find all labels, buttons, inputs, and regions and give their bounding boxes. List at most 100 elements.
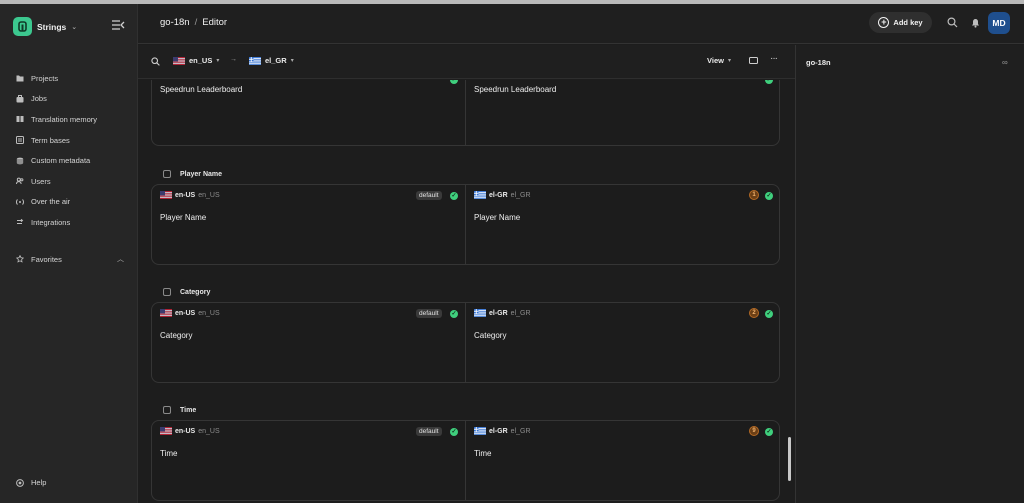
- source-text[interactable]: Player Name: [160, 213, 206, 222]
- greece-flag-icon: [474, 309, 486, 317]
- locale-code: el-GR: [489, 309, 508, 317]
- default-tag: default: [416, 427, 442, 436]
- briefcase-icon: [16, 94, 24, 103]
- scrollbar-thumb[interactable]: [788, 437, 791, 481]
- sidebar-item-help[interactable]: Help: [16, 478, 46, 487]
- favorites-label: Favorites: [31, 254, 62, 264]
- source-text[interactable]: Speedrun Leaderboard: [160, 85, 242, 94]
- check-circle-icon: ✓: [450, 192, 458, 200]
- workspace-switcher[interactable]: Strings ⌄: [13, 17, 77, 36]
- sidebar-item-label: Projects: [31, 73, 59, 83]
- notifications-button[interactable]: [970, 17, 981, 28]
- keyboard-shortcuts-icon[interactable]: [749, 57, 758, 64]
- breadcrumb: go-18n / Editor: [160, 17, 227, 28]
- translation-card: ✓ Speedrun Leaderboard ✓ Speedrun Leader…: [151, 80, 780, 146]
- sidebar-item-label: Users: [31, 176, 51, 186]
- source-text[interactable]: Category: [160, 331, 192, 340]
- target-text[interactable]: Player Name: [474, 213, 520, 222]
- us-flag-icon: [160, 427, 172, 435]
- users-icon: [16, 177, 24, 185]
- key-checkbox[interactable]: [163, 288, 171, 296]
- source-language-select[interactable]: en_US ▾: [173, 56, 219, 65]
- add-key-button[interactable]: + Add key: [869, 12, 932, 33]
- source-cell[interactable]: en-US en_US default ✓ Category: [152, 303, 466, 382]
- source-cell[interactable]: en-US en_US default ✓ Time: [152, 421, 466, 500]
- sidebar: Strings ⌄ Projects Jobs Translation memo…: [0, 4, 138, 503]
- source-cell[interactable]: en-US en_US default ✓ Player Name: [152, 185, 466, 264]
- target-cell[interactable]: el-GR el_GR 9 ✓ Time: [466, 421, 781, 500]
- chevron-down-icon: ▾: [290, 58, 294, 64]
- comments-count-badge[interactable]: 9: [749, 426, 759, 436]
- view-label: View: [707, 56, 724, 65]
- source-locale: en-US en_US: [160, 191, 220, 199]
- avatar[interactable]: MD: [988, 12, 1010, 34]
- plus-circle-icon: +: [878, 17, 890, 28]
- check-circle-icon: ✓: [450, 80, 458, 84]
- target-text[interactable]: Category: [474, 331, 506, 340]
- chevron-up-icon: ︿: [117, 256, 124, 263]
- sidebar-item-over-the-air[interactable]: Over the air: [0, 192, 138, 213]
- comments-count-badge[interactable]: 1: [749, 190, 759, 200]
- target-cell[interactable]: el-GR el_GR 2 ✓ Category: [466, 303, 781, 382]
- sidebar-item-label: Term bases: [31, 135, 70, 145]
- sidebar-item-term-bases[interactable]: Term bases: [0, 130, 138, 151]
- view-menu-button[interactable]: View ▾: [707, 56, 731, 65]
- check-circle-icon: ✓: [450, 428, 458, 436]
- comments-count-badge[interactable]: 2: [749, 308, 759, 318]
- search-button[interactable]: [947, 17, 958, 28]
- sidebar-item-users[interactable]: Users: [0, 171, 138, 192]
- locale-sub: el_GR: [510, 309, 531, 317]
- target-cell[interactable]: ✓ Speedrun Leaderboard: [466, 80, 781, 145]
- collapse-sidebar-button[interactable]: [111, 19, 127, 33]
- favorites-section[interactable]: Favorites ︿: [16, 254, 124, 264]
- key-header: Category: [163, 288, 210, 296]
- sidebar-item-label: Over the air: [31, 197, 71, 207]
- target-text[interactable]: Time: [474, 449, 491, 458]
- breadcrumb-page: Editor: [202, 17, 228, 28]
- swap-languages-icon[interactable]: →: [230, 56, 237, 63]
- key-checkbox[interactable]: [163, 170, 171, 178]
- sidebar-item-translation-memory[interactable]: Translation memory: [0, 109, 138, 130]
- sidebar-item-projects[interactable]: Projects: [0, 68, 138, 89]
- key-header: Player Name: [163, 170, 222, 178]
- target-language-select[interactable]: el_GR ▾: [249, 56, 294, 65]
- key-header: Time: [163, 406, 196, 414]
- sidebar-item-integrations[interactable]: Integrations: [0, 212, 138, 233]
- source-locale: en-US en_US: [160, 427, 220, 435]
- breadcrumb-project[interactable]: go-18n: [160, 17, 190, 28]
- key-checkbox[interactable]: [163, 406, 171, 414]
- target-text[interactable]: Speedrun Leaderboard: [474, 85, 556, 94]
- help-icon: [16, 478, 24, 487]
- check-circle-icon: ✓: [450, 310, 458, 318]
- broadcast-icon: [16, 199, 24, 205]
- check-circle-icon: ✓: [765, 310, 773, 318]
- greece-flag-icon: [474, 427, 486, 435]
- more-options-icon[interactable]: ···: [770, 53, 778, 64]
- source-text[interactable]: Time: [160, 449, 177, 458]
- key-name: Time: [180, 406, 197, 414]
- details-panel: go-18n ∞: [795, 45, 1024, 503]
- workspace-name: Strings: [37, 21, 67, 32]
- editor-content: ✓ Speedrun Leaderboard ✓ Speedrun Leader…: [138, 80, 795, 503]
- us-flag-icon: [160, 191, 172, 199]
- locale-sub: en_US: [198, 191, 220, 199]
- database-icon: [16, 157, 24, 165]
- sidebar-item-custom-metadata[interactable]: Custom metadata: [0, 150, 138, 171]
- editor-toolbar: en_US ▾ → el_GR ▾ View ▾ ···: [138, 45, 795, 79]
- key-name: Category: [180, 288, 211, 296]
- locale-sub: en_US: [198, 309, 220, 317]
- source-cell[interactable]: ✓ Speedrun Leaderboard: [152, 80, 466, 145]
- source-language-label: en_US: [189, 56, 213, 65]
- check-circle-icon: ✓: [765, 192, 773, 200]
- target-language-label: el_GR: [265, 56, 287, 65]
- chevron-down-icon: ▾: [216, 58, 220, 64]
- top-header: go-18n / Editor + Add key MD: [138, 4, 1024, 44]
- target-cell[interactable]: el-GR el_GR 1 ✓ Player Name: [466, 185, 781, 264]
- sidebar-item-jobs[interactable]: Jobs: [0, 89, 138, 110]
- default-tag: default: [416, 309, 442, 318]
- link-icon[interactable]: ∞: [1002, 58, 1008, 67]
- list-icon: [16, 136, 24, 145]
- translation-card: en-US en_US default ✓ Category el-GR el_…: [151, 302, 780, 383]
- filter-search-button[interactable]: [151, 57, 160, 66]
- sidebar-collapse-icon: [112, 20, 125, 30]
